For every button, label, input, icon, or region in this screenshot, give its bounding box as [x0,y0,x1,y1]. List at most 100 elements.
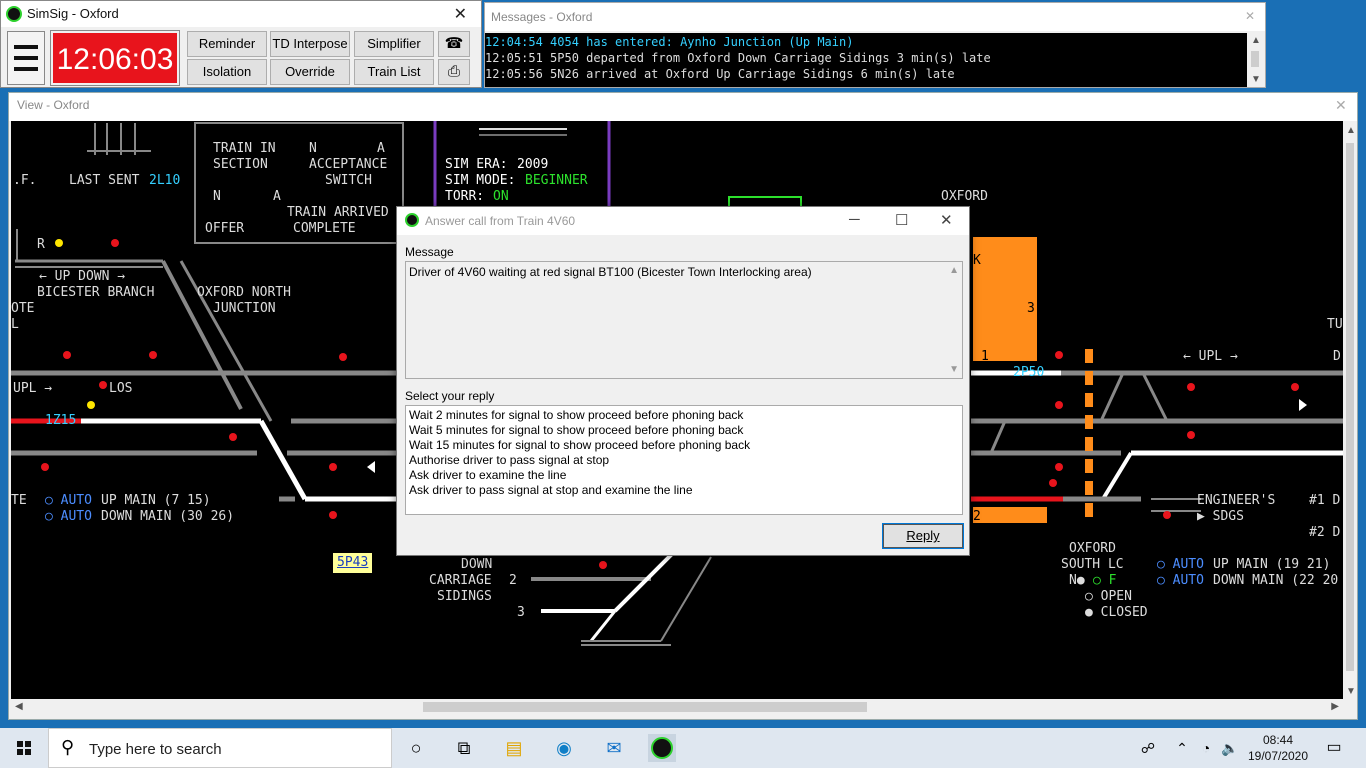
reply-button[interactable]: Reply [882,523,964,549]
last-sent-label: LAST SENT [69,173,140,188]
reply-label: Select your reply [405,389,495,403]
up-main-2-label: UP MAIN (19 21) [1213,557,1331,572]
view-close-button[interactable]: ✕ [1335,97,1351,113]
scroll-down-icon[interactable]: ▼ [1346,686,1356,697]
reply-option[interactable]: Ask driver to examine the line [409,468,566,483]
torr-label: TORR: [445,189,485,204]
scroll-right-icon[interactable]: ▶ [1331,701,1339,712]
view-horizontal-thumb[interactable] [423,702,867,712]
messages-scrollbar[interactable]: ▲ ▼ [1247,33,1263,87]
message-textbox[interactable]: Driver of 4V60 waiting at red signal BT1… [405,261,963,379]
message-label: Message [405,245,454,259]
train-list-button[interactable]: Train List [354,59,434,85]
mail-icon[interactable]: ✉ [600,734,628,762]
south-lc-label: SOUTH LC [1061,557,1124,572]
isolation-button[interactable]: Isolation [187,59,267,85]
view-vertical-scrollbar[interactable]: ▲ ▼ [1343,121,1357,701]
messages-scroll-thumb[interactable] [1251,51,1259,67]
phone-button[interactable]: ☎ [438,31,470,57]
start-button[interactable] [0,728,48,768]
minimize-icon[interactable]: ─ [849,211,860,228]
messages-close-button[interactable]: ✕ [1245,9,1259,23]
auto-up-main-1[interactable]: ○ AUTO [45,493,92,509]
platform-occupied-block [973,237,1037,361]
file-explorer-icon[interactable]: ▤ [500,734,528,762]
reply-listbox[interactable]: Wait 2 minutes for signal to show procee… [405,405,963,515]
tray-clock[interactable]: 08:44 19/07/2020 [1246,732,1310,764]
reply-option[interactable]: Wait 5 minutes for signal to show procee… [409,423,743,438]
scroll-left-icon[interactable]: ◀ [15,701,23,712]
menu-button[interactable] [7,31,45,85]
windows-icon [17,741,31,755]
down-main-1-label: DOWN MAIN (30 26) [101,509,235,524]
down-label: DOWN [461,557,493,572]
complete-label: COMPLETE [293,221,356,236]
train-1z15[interactable]: 1Z15 [45,413,76,429]
task-view-icon[interactable]: ⧉ [450,734,478,762]
dialog-title: Answer call from Train 4V60 [425,214,576,228]
override-button[interactable]: Override [270,59,350,85]
train-2p50[interactable]: 2P50 [1013,365,1044,381]
message-line: 12:05:56 5N26 arrived at Oxford Up Carri… [485,67,955,81]
block-switch-a-label: A [377,141,385,156]
reply-option[interactable]: Wait 15 minutes for signal to show proce… [409,438,750,453]
offer-n-label: N [213,189,221,204]
scroll-up-icon[interactable]: ▲ [949,265,959,276]
messages-window-title: Messages - Oxford [485,3,1265,31]
td-interpose-button[interactable]: TD Interpose [270,31,350,57]
sim-clock[interactable]: 12:06:03 [50,30,180,86]
search-placeholder: Type here to search [89,741,222,758]
torr-value: ON [493,189,509,204]
tu-label: TU [1327,317,1343,332]
lc-switch-n[interactable]: N● [1069,573,1085,589]
reminder-button[interactable]: Reminder [187,31,267,57]
oxford-south-label: OXFORD [1069,541,1116,556]
train-tag-5p43[interactable]: 5P43 [333,553,373,573]
scroll-down-icon[interactable]: ▼ [1251,74,1261,85]
auto-up-main-2[interactable]: ○ AUTO [1157,557,1204,573]
bicester-branch-label: BICESTER BRANCH [37,285,155,300]
lc-switch-f[interactable]: ○ F [1093,573,1116,589]
scroll-up-icon[interactable]: ▲ [1251,35,1261,46]
block-switch-n-label: N [309,141,317,156]
ef-label: .F. [13,173,37,188]
view-vertical-thumb[interactable] [1346,143,1354,671]
volume-icon[interactable]: 🔈 [1216,734,1244,762]
oxford-north-label: OXFORD NORTH [197,285,291,300]
people-icon[interactable]: ☍ [1134,734,1162,762]
edge-icon[interactable]: ◉ [550,734,578,762]
maximize-icon[interactable]: ☐ [895,211,908,229]
last-sent-value: 2L10 [149,173,181,188]
notifications-icon[interactable]: ▭ [1320,734,1348,762]
cortana-icon[interactable]: ○ [402,734,430,762]
message-line: 12:05:51 5P50 departed from Oxford Down … [485,51,991,65]
carriage-label: CARRIAGE [429,573,492,588]
view-horizontal-scrollbar[interactable]: ◀ ▶ [11,699,1343,715]
d-label: D [1333,349,1341,364]
messages-log[interactable]: 12:04:54 4054 has entered: Aynho Junctio… [485,33,1247,87]
oxford-station-label: OXFORD [941,189,988,204]
offer-label: OFFER [205,221,245,236]
reply-option[interactable]: Ask driver to pass signal at stop and ex… [409,483,693,498]
message-text: Driver of 4V60 waiting at red signal BT1… [409,265,812,279]
taskbar-search[interactable]: ⚲ Type here to search [48,728,392,768]
simplifier-button[interactable]: Simplifier [354,31,434,57]
taskbar: ⚲ Type here to search ○ ⧉ ▤ ◉ ✉ ☍ ⌃ ◔ 🔈 … [0,728,1366,768]
lc-open-indicator: ○ OPEN [1085,589,1132,604]
sim-era-value: 2009 [517,157,549,172]
print-button[interactable]: ⎙ [438,59,470,85]
auto-down-main-1[interactable]: ○ AUTO [45,509,92,525]
scroll-down-icon[interactable]: ▼ [949,364,959,375]
upl-label: UPL → [13,381,53,396]
auto-down-main-2[interactable]: ○ AUTO [1157,573,1204,589]
reply-option[interactable]: Wait 2 minutes for signal to show procee… [409,408,743,423]
tray-time: 08:44 [1262,733,1294,747]
simsig-taskbar-icon[interactable] [648,734,676,762]
main-close-button[interactable]: ✕ [454,4,467,24]
reply-option[interactable]: Authorise driver to pass signal at stop [409,453,609,468]
view-window-title: View - Oxford [9,93,1357,121]
close-icon[interactable]: ✕ [940,211,953,229]
sidings-label: SIDINGS [437,589,492,604]
l-label: L [11,317,19,332]
scroll-up-icon[interactable]: ▲ [1346,125,1356,136]
